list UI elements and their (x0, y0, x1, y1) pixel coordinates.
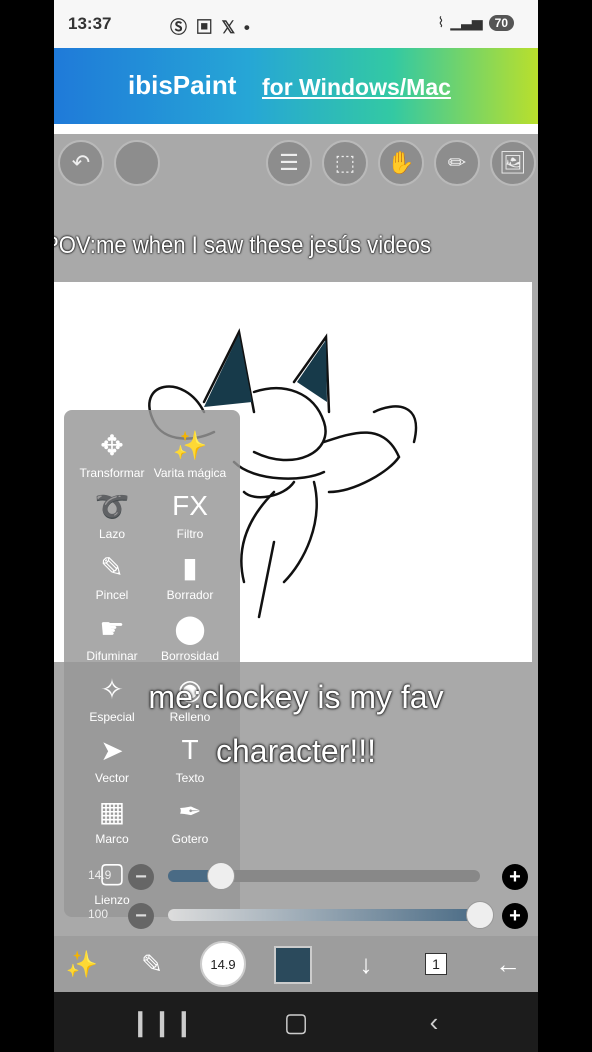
ibispaint-logo: ibisPaint (128, 70, 237, 100)
eyedropper-icon: ✒ (178, 795, 202, 827)
bottom-toolbar: ✨ ✎ 14.9 ↓ 1 ← (54, 936, 538, 992)
tool-label: Filtro (176, 527, 204, 541)
brush-size-preview[interactable]: 14.9 (200, 941, 246, 987)
toggle-icon: ☰ (279, 150, 299, 175)
tool-switch-button[interactable]: ✨ (62, 944, 102, 984)
tool-label: Borrosidad (160, 649, 220, 663)
selection-icon: ⬚ (334, 150, 356, 175)
wifi-icon: ⌇ (437, 14, 445, 30)
brush-size-preview-label: 14.9 (210, 956, 236, 972)
brush-size-minus-button[interactable]: − (128, 864, 154, 890)
arrow-left-icon: ← (495, 948, 521, 979)
recent-apps-button[interactable]: ❙❙❙ (129, 1006, 194, 1038)
video-caption: me:clockey is my fav character!!! (54, 670, 538, 778)
opacity-plus-button[interactable]: + (502, 903, 528, 929)
eraser-icon: ▮ (182, 551, 198, 583)
tool-label: Varita mágica (153, 466, 227, 480)
hand-icon: ✋ (387, 150, 415, 175)
settings-toggle-button[interactable]: ☰ (266, 140, 312, 186)
status-time: 13:37 (68, 14, 112, 33)
brush-size-value: 14.9 (88, 868, 112, 882)
tool-label: Pincel (95, 588, 129, 602)
frame-icon: ▦ (98, 795, 126, 827)
layer-count: 1 (425, 953, 447, 975)
back-button[interactable]: ← (488, 944, 528, 984)
signal-icon: ▁▃▅ (450, 14, 483, 30)
layers-button[interactable]: 1 (416, 944, 456, 984)
hand-button[interactable]: ✋ (378, 140, 424, 186)
pov-caption: POV:me when I saw these jesús videos (54, 232, 432, 259)
tool-smudge[interactable]: ☛ Difuminar (72, 607, 152, 667)
color-swatch[interactable] (274, 946, 312, 984)
layer-down-button[interactable]: ↓ (346, 944, 386, 984)
chevron-left-icon: ‹ (429, 1006, 439, 1037)
opacity-knob[interactable] (466, 901, 494, 929)
home-button[interactable]: ▢ (276, 1006, 316, 1038)
tool-frame[interactable]: ▦ Marco (72, 790, 152, 850)
ruler-button[interactable]: ✏ (434, 140, 480, 186)
tool-label: Transformar (79, 466, 145, 480)
tool-selection-panel: ✥ Transformar ✨ Varita mágica ➰ Lazo FX Filtro ✎… (64, 410, 240, 917)
move-icon: ✥ (100, 429, 124, 461)
banner-divider (54, 124, 538, 134)
tool-eraser[interactable]: ▮ Borrador (150, 546, 230, 606)
caption-line-2: character!!! (215, 733, 377, 769)
opacity-minus-button[interactable]: − (128, 903, 154, 929)
pencil-ruler-icon: ✏ (447, 150, 467, 175)
opacity-track[interactable] (168, 909, 480, 921)
promo-link[interactable]: for Windows/Mac (262, 74, 451, 101)
tool-blur-drop[interactable]: ⬤ Borrosidad (150, 607, 230, 667)
notification-icons: Ⓢ ▣ 𝕏 • (170, 18, 252, 37)
image-button[interactable]: 🖼 (490, 140, 536, 186)
undo-icon: ↶ (71, 150, 91, 175)
tool-label: Marco (95, 832, 129, 846)
tool-label: Difuminar (86, 649, 138, 663)
tool-label: Borrador (166, 588, 214, 602)
brush-size-knob[interactable] (207, 862, 236, 890)
undo-button[interactable]: ↶ (58, 140, 104, 186)
system-nav-bar: ❙❙❙ ▢ ‹ (54, 992, 538, 1052)
brush-icon: ✎ (141, 948, 163, 979)
app-screen: 13:37 Ⓢ ▣ 𝕏 • ⌇ ▁▃▅ 70 ibisPaint for Win… (54, 0, 538, 1052)
brush-size-slider[interactable]: 14.9 − + (88, 862, 538, 892)
brush-icon: ✎ (100, 551, 124, 583)
image-icon: 🖼 (499, 150, 527, 175)
lasso-icon: ➰ (94, 490, 130, 522)
blur-drop-icon: ⬤ (174, 612, 206, 644)
battery-badge: 70 (488, 14, 514, 31)
tool-move[interactable]: ✥ Transformar (72, 424, 152, 484)
system-back-button[interactable]: ‹ (414, 1006, 454, 1038)
caption-line-1: me:clockey is my fav (148, 679, 444, 715)
tool-eyedropper[interactable]: ✒ Gotero (150, 790, 230, 850)
smudge-icon: ☛ (99, 612, 125, 644)
tool-label: Gotero (171, 832, 209, 846)
status-right: ⌇ ▁▃▅ 70 (437, 14, 514, 31)
magic-wand-icon: ✨ (172, 429, 208, 461)
tool-brush[interactable]: ✎ Pincel (72, 546, 152, 606)
tool-label: Lazo (98, 527, 126, 541)
recent-apps-icon: ❙❙❙ (129, 1006, 195, 1037)
brush-eraser-swap-icon: ✨ (65, 948, 99, 979)
selection-button[interactable]: ⬚ (322, 140, 368, 186)
status-bar: 13:37 Ⓢ ▣ 𝕏 • ⌇ ▁▃▅ 70 (54, 0, 538, 48)
tool-fx[interactable]: FX Filtro (150, 485, 230, 545)
opacity-slider[interactable]: 100 − + (88, 901, 538, 931)
top-toolbar: ↶ ☰ ⬚ ✋ ✏ 🖼 (54, 134, 538, 194)
brush-size-plus-button[interactable]: + (502, 864, 528, 890)
home-icon: ▢ (283, 1006, 309, 1037)
promo-banner[interactable]: ibisPaint for Windows/Mac (54, 48, 538, 124)
redo-button[interactable] (114, 140, 160, 186)
arrow-down-icon: ↓ (359, 948, 373, 979)
tool-magic-wand[interactable]: ✨ Varita mágica (150, 424, 230, 484)
brush-tool-button[interactable]: ✎ (132, 944, 172, 984)
fx-icon: FX (172, 490, 208, 521)
opacity-value: 100 (88, 907, 109, 921)
tool-lasso[interactable]: ➰ Lazo (72, 485, 152, 545)
